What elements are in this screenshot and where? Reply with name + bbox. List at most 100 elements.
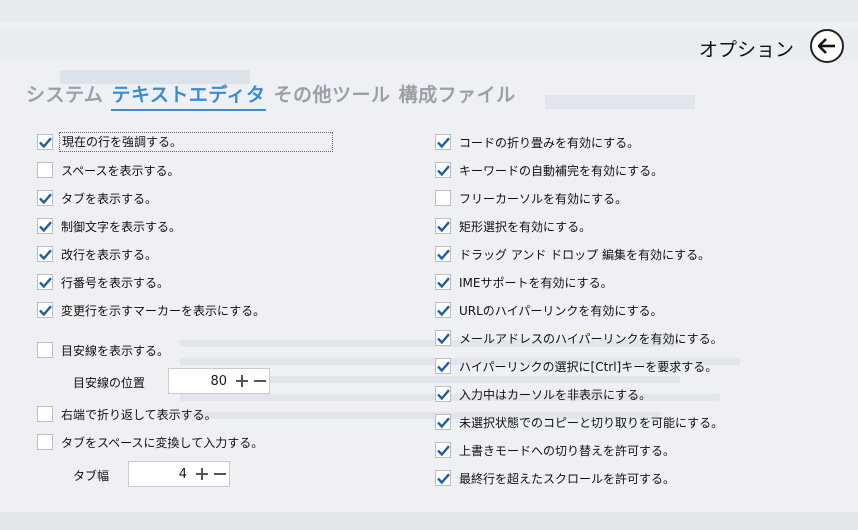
option-label: IMEサポートを有効にする。 [459, 275, 613, 290]
option-checkbox[interactable] [435, 302, 451, 318]
checkmark-icon [38, 136, 52, 148]
option-row[interactable]: フリーカーソルを有効にする。 [435, 187, 627, 209]
checkmark-icon [38, 276, 52, 288]
option-checkbox[interactable] [435, 330, 451, 346]
option-row[interactable]: 上書きモードへの切り替えを許可する。 [435, 439, 675, 461]
checkmark-icon [436, 164, 450, 176]
tab-system[interactable]: システム [26, 80, 103, 111]
option-label: 行番号を表示する。 [61, 275, 170, 290]
option-row[interactable]: 行番号を表示する。 [37, 271, 169, 293]
option-checkbox[interactable] [37, 246, 53, 262]
increment-button[interactable] [193, 462, 211, 486]
checkmark-icon [436, 444, 450, 456]
tab-config-files[interactable]: 構成ファイル [399, 80, 516, 111]
tab-text-editor[interactable]: テキストエディタ [111, 80, 266, 111]
plus-icon [196, 468, 208, 480]
option-checkbox[interactable] [435, 414, 451, 430]
back-button[interactable] [810, 29, 844, 63]
option-checkbox[interactable] [435, 134, 451, 150]
option-checkbox[interactable] [37, 274, 53, 290]
checkmark-icon [436, 472, 450, 484]
option-checkbox[interactable] [37, 162, 53, 178]
option-row[interactable]: タブを表示する。 [37, 187, 157, 209]
option-label: 現在の行を強調する。 [59, 132, 334, 152]
checkmark-icon [38, 220, 52, 232]
minus-icon [254, 380, 266, 382]
option-label: ハイパーリンクの選択に[Ctrl]キーを要求する。 [459, 359, 718, 374]
checkmark-icon [38, 304, 52, 316]
checkmark-icon [436, 304, 450, 316]
option-checkbox[interactable] [435, 358, 451, 374]
decrement-button[interactable] [251, 369, 269, 393]
option-row[interactable]: メールアドレスのハイパーリンクを有効にする。 [435, 327, 723, 349]
plus-icon [236, 375, 248, 387]
option-checkbox[interactable] [435, 274, 451, 290]
decrement-button[interactable] [211, 462, 229, 486]
tab-bar: システム テキストエディタ その他ツール 構成ファイル [26, 80, 524, 111]
checkmark-icon [436, 332, 450, 344]
option-checkbox[interactable] [37, 190, 53, 206]
option-label: URLのハイパーリンクを有効にする。 [459, 303, 663, 318]
option-label: 変更行を示すマーカーを表示にする。 [61, 303, 266, 318]
option-row[interactable]: 目安線を表示する。 [37, 339, 169, 361]
option-label: 矩形選択を有効にする。 [459, 219, 592, 234]
guideline-position-stepper[interactable]: 80 [168, 368, 270, 394]
option-checkbox[interactable] [435, 190, 451, 206]
tab-other-tools[interactable]: その他ツール [274, 80, 391, 111]
guideline-position-value[interactable]: 80 [169, 374, 233, 389]
option-label: キーワードの自動補完を有効にする。 [459, 163, 664, 178]
option-row[interactable]: IMEサポートを有効にする。 [435, 271, 613, 293]
option-checkbox[interactable] [37, 302, 53, 318]
checkmark-icon [436, 248, 450, 260]
option-label: 制御文字を表示する。 [61, 219, 182, 234]
option-row[interactable]: コードの折り畳みを有効にする。 [435, 131, 639, 153]
option-checkbox[interactable] [37, 342, 53, 358]
option-checkbox[interactable] [37, 218, 53, 234]
checkmark-icon [436, 360, 450, 372]
arrow-left-icon [818, 38, 835, 54]
page-title: オプション [698, 39, 794, 61]
option-checkbox[interactable] [435, 246, 451, 262]
option-row[interactable]: ドラッグ アンド ドロップ 編集を有効にする。 [435, 243, 710, 265]
option-row[interactable]: 最終行を超えたスクロールを許可する。 [435, 467, 675, 489]
option-label: スペースを表示する。 [61, 163, 180, 178]
option-checkbox[interactable] [37, 434, 53, 450]
tab-width-value[interactable]: 4 [129, 467, 193, 482]
option-checkbox[interactable] [37, 134, 53, 150]
option-row[interactable]: 改行を表示する。 [37, 243, 157, 265]
option-checkbox[interactable] [435, 470, 451, 486]
option-row[interactable]: URLのハイパーリンクを有効にする。 [435, 299, 662, 321]
option-row[interactable]: 右端で折り返して表示する。 [37, 403, 217, 425]
option-checkbox[interactable] [37, 406, 53, 422]
checkmark-icon [436, 220, 450, 232]
guideline-position-label: 目安線の位置 [73, 376, 146, 390]
option-label: ドラッグ アンド ドロップ 編集を有効にする。 [459, 247, 711, 262]
option-label: 目安線を表示する。 [61, 343, 170, 358]
option-label: タブを表示する。 [61, 191, 158, 206]
option-label: 右端で折り返して表示する。 [61, 407, 217, 422]
minus-icon [214, 473, 226, 475]
checkmark-icon [436, 136, 450, 148]
option-row[interactable]: タブをスペースに変換して入力する。 [37, 431, 263, 453]
option-label: 改行を表示する。 [61, 247, 158, 262]
checkmark-icon [436, 388, 450, 400]
option-row[interactable]: ハイパーリンクの選択に[Ctrl]キーを要求する。 [435, 355, 717, 377]
option-row[interactable]: 矩形選択を有効にする。 [435, 215, 591, 237]
option-row[interactable]: キーワードの自動補完を有効にする。 [435, 159, 663, 181]
option-row[interactable]: スペースを表示する。 [37, 159, 180, 181]
option-label: タブをスペースに変換して入力する。 [61, 435, 264, 450]
option-row[interactable]: 入力中はカーソルを非表示にする。 [435, 383, 651, 405]
option-row[interactable]: 制御文字を表示する。 [37, 215, 181, 237]
increment-button[interactable] [233, 369, 251, 393]
option-checkbox[interactable] [435, 218, 451, 234]
tab-width-label: タブ幅 [73, 469, 110, 483]
option-label: 未選択状態でのコピーと切り取りを可能にする。 [459, 415, 724, 430]
tab-width-stepper[interactable]: 4 [128, 461, 230, 487]
option-checkbox[interactable] [435, 162, 451, 178]
option-row[interactable]: 未選択状態でのコピーと切り取りを可能にする。 [435, 411, 723, 433]
option-checkbox[interactable] [435, 386, 451, 402]
option-label: コードの折り畳みを有効にする。 [459, 135, 640, 150]
option-checkbox[interactable] [435, 442, 451, 458]
option-row[interactable]: 現在の行を強調する。 [37, 131, 334, 153]
option-row[interactable]: 変更行を示すマーカーを表示にする。 [37, 299, 265, 321]
